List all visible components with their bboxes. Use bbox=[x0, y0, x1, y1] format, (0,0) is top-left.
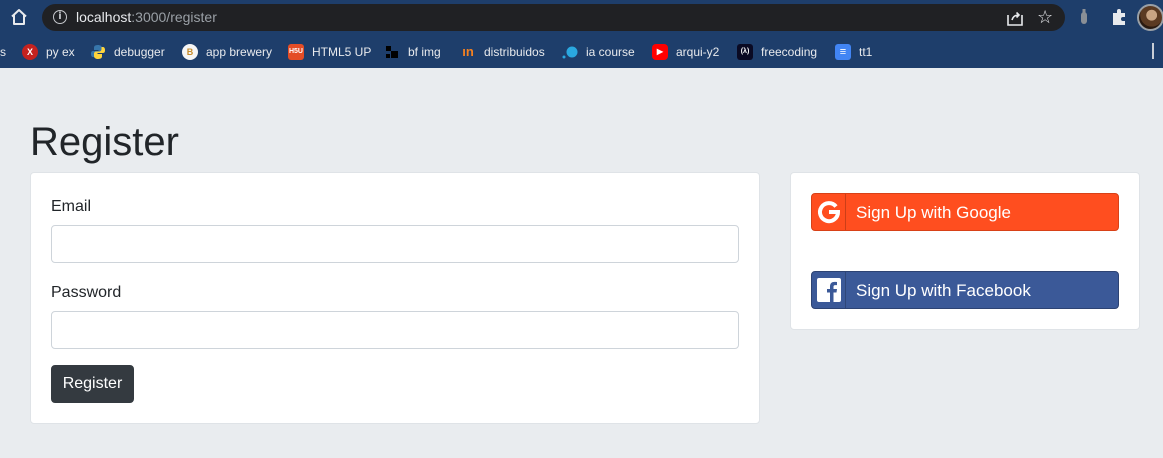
bookmark-label: ia course bbox=[586, 44, 635, 59]
bookmark-label: tt1 bbox=[859, 44, 873, 59]
bookmark-item-py-ex[interactable]: X py ex bbox=[22, 35, 75, 68]
google-signup-label: Sign Up with Google bbox=[856, 203, 1011, 222]
profile-avatar[interactable] bbox=[1137, 4, 1163, 31]
bookmark-label: distribuidos bbox=[484, 44, 545, 59]
youtube-icon: ▶ bbox=[652, 43, 668, 60]
bookmark-item-html5up[interactable]: H5U HTML5 UP bbox=[288, 35, 371, 68]
social-signup-card: Sign Up with Google Sign Up with Faceboo… bbox=[790, 172, 1140, 330]
bookmark-label: arqui-y2 bbox=[676, 44, 720, 59]
google-icon-box bbox=[812, 194, 846, 230]
bookmark-label: debugger bbox=[114, 44, 165, 59]
google-icon bbox=[817, 201, 840, 224]
bookmark-label: app brewery bbox=[206, 44, 273, 59]
bookmark-item-arqui-y2[interactable]: ▶ arqui-y2 bbox=[652, 35, 719, 68]
facebook-icon bbox=[816, 278, 841, 302]
url-path: :3000/register bbox=[131, 9, 217, 25]
browser-toolbar: i localhost:3000/register ☆ bbox=[0, 0, 1163, 35]
bookmarks-bar: s X py ex debugger B app brewery H5U HTM… bbox=[0, 35, 1163, 68]
bf-img-icon bbox=[386, 45, 398, 58]
share-icon[interactable] bbox=[1006, 9, 1024, 27]
bookmark-label: HTML5 UP bbox=[312, 44, 372, 59]
extensions-puzzle-icon[interactable] bbox=[1109, 7, 1129, 27]
google-signup-button[interactable]: Sign Up with Google bbox=[811, 193, 1119, 231]
facebook-signup-button[interactable]: Sign Up with Facebook bbox=[811, 271, 1119, 309]
bookmark-item-debugger[interactable]: debugger bbox=[90, 35, 165, 68]
bookmark-item-bf-img[interactable]: bf img bbox=[384, 35, 441, 68]
password-label: Password bbox=[51, 284, 122, 301]
bookmark-label: py ex bbox=[46, 44, 75, 59]
password-field[interactable] bbox=[51, 311, 739, 349]
bookmark-item-app-brewery[interactable]: B app brewery bbox=[182, 35, 272, 68]
bookmark-item-ia-course[interactable]: ia course bbox=[562, 35, 635, 68]
register-button[interactable]: Register bbox=[51, 365, 134, 403]
address-bar[interactable]: i localhost:3000/register ☆ bbox=[42, 4, 1065, 31]
app-brewery-icon: B bbox=[182, 43, 198, 60]
html5up-icon: H5U bbox=[288, 43, 304, 60]
distribuidos-icon: ın bbox=[462, 44, 474, 59]
ia-course-icon bbox=[562, 46, 578, 58]
register-form-card: Email Password Register bbox=[30, 172, 760, 424]
facebook-icon-box bbox=[812, 272, 846, 308]
page-title: Register bbox=[30, 120, 179, 164]
py-ex-icon: X bbox=[22, 43, 38, 60]
email-label: Email bbox=[51, 198, 92, 215]
bookmark-item-partial[interactable]: s bbox=[0, 35, 6, 68]
bookmark-label: s bbox=[0, 44, 6, 59]
site-info-icon[interactable]: i bbox=[53, 10, 67, 24]
email-field[interactable] bbox=[51, 225, 739, 263]
bookmark-item-distribuidos[interactable]: ın distribuidos bbox=[460, 35, 545, 68]
google-docs-icon: ≡ bbox=[835, 43, 851, 60]
bookmark-star-icon[interactable]: ☆ bbox=[1037, 7, 1053, 27]
bookmark-label: freecoding bbox=[761, 44, 818, 59]
python-icon bbox=[91, 44, 105, 59]
bookmark-label: bf img bbox=[408, 44, 441, 59]
bookmark-item-freecoding[interactable]: (λ) freecoding bbox=[737, 35, 817, 68]
url-text[interactable]: localhost:3000/register bbox=[76, 9, 217, 26]
url-host: localhost bbox=[76, 9, 132, 25]
extension-icon[interactable] bbox=[1080, 9, 1088, 25]
freecodecamp-icon: (λ) bbox=[737, 43, 753, 60]
home-icon[interactable] bbox=[9, 7, 29, 27]
bookmark-item-tt1[interactable]: ≡ tt1 bbox=[835, 35, 872, 68]
facebook-signup-label: Sign Up with Facebook bbox=[856, 281, 1031, 300]
other-bookmarks-icon[interactable] bbox=[1152, 43, 1162, 59]
